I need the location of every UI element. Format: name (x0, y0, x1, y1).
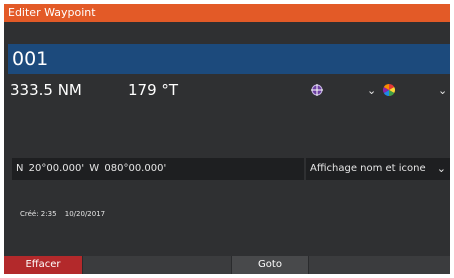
edit-waypoint-dialog: Editer Waypoint 001 333.5 NM 179 °T ⌄ ⌄ … (4, 4, 450, 274)
separator (308, 256, 309, 274)
distance-value: 333.5 NM (10, 81, 82, 99)
waypoint-symbol-icon (311, 84, 323, 96)
display-mode-value: Affichage nom et icone (310, 163, 426, 174)
chevron-down-icon: ⌄ (367, 84, 377, 97)
waypoint-name-field[interactable]: 001 (8, 44, 450, 74)
waypoint-color-dropdown[interactable]: ⌄ (382, 82, 448, 100)
display-mode-dropdown[interactable]: Affichage nom et icone ⌄ (306, 158, 450, 180)
bearing-value: 179 °T (128, 81, 179, 99)
created-label: Créé: 2:35 (20, 210, 57, 218)
created-info: Créé: 2:35 10/20/2017 (20, 210, 111, 218)
created-date: 10/20/2017 (64, 210, 106, 218)
waypoint-icon-dropdown[interactable]: ⌄ (310, 82, 378, 100)
color-wheel-icon (382, 84, 396, 96)
goto-button[interactable]: Goto (232, 256, 308, 274)
chevron-down-icon: ⌄ (438, 84, 448, 97)
chevron-down-icon: ⌄ (436, 162, 446, 175)
position-field[interactable]: N 20°00.000' W 080°00.000' (12, 158, 304, 180)
bottom-button-bar: Effacer Goto (4, 256, 450, 274)
dialog-title: Editer Waypoint (4, 4, 450, 22)
separator (82, 256, 83, 274)
delete-button[interactable]: Effacer (4, 256, 82, 274)
